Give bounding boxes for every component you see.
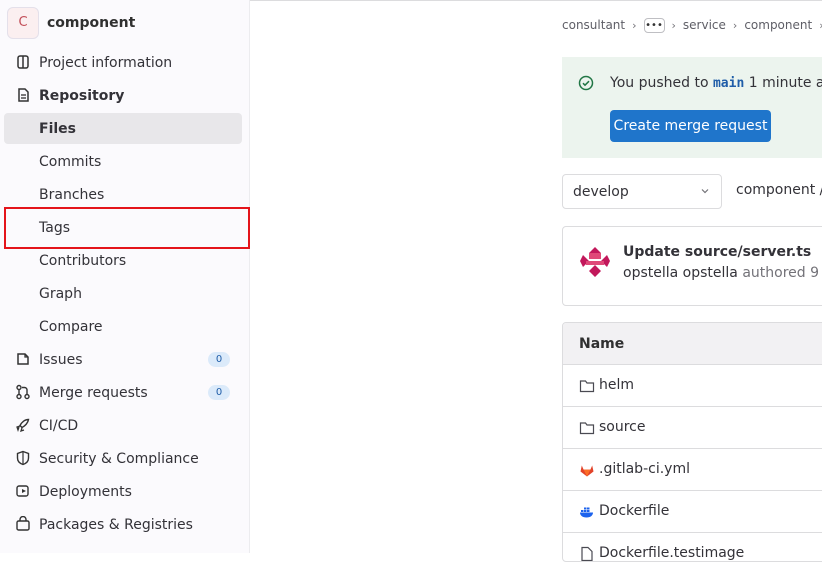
commit-action: authored 9 min <box>742 265 822 281</box>
table-row[interactable]: Dockerfile <box>563 491 822 533</box>
sidebar-item-label: Packages & Registries <box>39 516 193 533</box>
alert-prefix: You pushed to <box>610 75 709 91</box>
sidebar: C component Project information Reposito… <box>0 0 250 553</box>
merge-request-icon <box>16 384 30 400</box>
check-circle-icon <box>578 75 594 91</box>
tags-highlight-box <box>4 207 250 249</box>
project-info-icon <box>17 55 29 69</box>
push-alert: You pushed to main 1 minute ago Create m… <box>562 57 822 158</box>
chevron-right-icon: › <box>632 18 637 32</box>
chevron-right-icon: › <box>671 18 676 32</box>
chevron-down-icon <box>701 189 709 194</box>
sidebar-item-repository[interactable]: Repository <box>4 80 242 111</box>
breadcrumb: consultant › ••• › service › component › <box>562 16 822 34</box>
package-icon <box>16 516 30 531</box>
commit-title[interactable]: Update source/server.ts <box>623 244 811 260</box>
file-name[interactable]: source <box>599 419 646 435</box>
branch-selector-value: develop <box>573 183 629 200</box>
alert-time: 1 minute ago <box>748 75 822 91</box>
branch-selector[interactable]: develop <box>562 174 722 209</box>
repo-path[interactable]: component / <box>736 182 822 198</box>
sidebar-item-label: Security & Compliance <box>39 450 199 467</box>
commit-meta: opstella opstella authored 9 min <box>623 265 822 281</box>
breadcrumb-item[interactable]: consultant <box>562 18 625 32</box>
issues-icon <box>17 353 29 365</box>
sidebar-item-security-compliance[interactable]: Security & Compliance <box>4 443 242 474</box>
folder-icon <box>579 422 595 435</box>
sidebar-item-project-information[interactable]: Project information <box>4 47 242 78</box>
sidebar-item-label: CI/CD <box>39 417 79 434</box>
top-divider <box>250 0 822 1</box>
sidebar-item-label: Graph <box>39 285 82 302</box>
alert-branch[interactable]: main <box>713 76 744 91</box>
last-commit-card: Update source/server.ts opstella opstell… <box>562 226 822 306</box>
rocket-icon <box>16 418 30 433</box>
file-name[interactable]: Dockerfile <box>599 503 669 519</box>
gitlab-icon <box>580 465 594 477</box>
sidebar-item-label: Deployments <box>39 483 132 500</box>
file-name[interactable]: helm <box>599 377 634 393</box>
sidebar-item-label: Merge requests <box>39 384 148 401</box>
docker-icon <box>580 507 593 518</box>
sidebar-item-label: Contributors <box>39 252 127 269</box>
sidebar-item-issues[interactable]: Issues 0 <box>4 344 242 375</box>
sidebar-item-label: Files <box>39 120 76 137</box>
repository-icon <box>18 88 29 102</box>
commit-author-avatar <box>578 245 612 279</box>
sidebar-item-contributors[interactable]: Contributors <box>4 245 242 276</box>
folder-icon <box>579 380 595 393</box>
sidebar-item-files[interactable]: Files <box>4 113 242 144</box>
sidebar-item-deployments[interactable]: Deployments <box>4 476 242 507</box>
table-row[interactable]: Dockerfile.testimage <box>563 533 822 561</box>
deployments-icon <box>16 485 29 497</box>
table-row[interactable]: source <box>563 407 822 449</box>
table-row[interactable]: helm <box>563 365 822 407</box>
sidebar-item-label: Branches <box>39 186 105 203</box>
merge-requests-count-badge: 0 <box>208 385 230 400</box>
shield-icon <box>16 450 30 466</box>
issues-count-badge: 0 <box>208 352 230 367</box>
create-merge-request-button[interactable]: Create merge request <box>610 110 771 142</box>
project-avatar: C <box>7 6 39 39</box>
sidebar-item-ci-cd[interactable]: CI/CD <box>4 410 242 441</box>
sidebar-item-label: Issues <box>39 351 83 368</box>
file-icon <box>581 546 593 561</box>
file-name[interactable]: Dockerfile.testimage <box>599 545 744 561</box>
alert-message: You pushed to main 1 minute ago <box>610 75 822 91</box>
chevron-right-icon: › <box>732 18 738 32</box>
sidebar-item-branches[interactable]: Branches <box>4 179 242 210</box>
table-row[interactable]: .gitlab-ci.yml <box>563 449 822 491</box>
sidebar-item-label: Commits <box>39 153 102 170</box>
breadcrumb-item[interactable]: service <box>683 18 726 32</box>
commit-author[interactable]: opstella opstella <box>623 265 738 281</box>
sidebar-item-label: Repository <box>39 87 125 104</box>
sidebar-item-merge-requests[interactable]: Merge requests 0 <box>4 377 242 408</box>
file-table: Name helm source .gitlab-ci.yml Dockerfi… <box>562 322 822 562</box>
sidebar-item-label: Project information <box>39 54 173 71</box>
sidebar-item-commits[interactable]: Commits <box>4 146 242 177</box>
breadcrumb-ellipsis-button[interactable]: ••• <box>643 17 665 33</box>
sidebar-item-compare[interactable]: Compare <box>4 311 242 342</box>
project-name[interactable]: component <box>47 15 135 31</box>
sidebar-item-graph[interactable]: Graph <box>4 278 242 309</box>
sidebar-item-packages-registries[interactable]: Packages & Registries <box>4 509 242 540</box>
project-header[interactable]: C component <box>7 6 135 39</box>
breadcrumb-item[interactable]: component <box>744 18 812 32</box>
file-name[interactable]: .gitlab-ci.yml <box>599 461 690 477</box>
sidebar-item-label: Compare <box>39 318 103 335</box>
file-table-header: Name <box>563 323 822 365</box>
